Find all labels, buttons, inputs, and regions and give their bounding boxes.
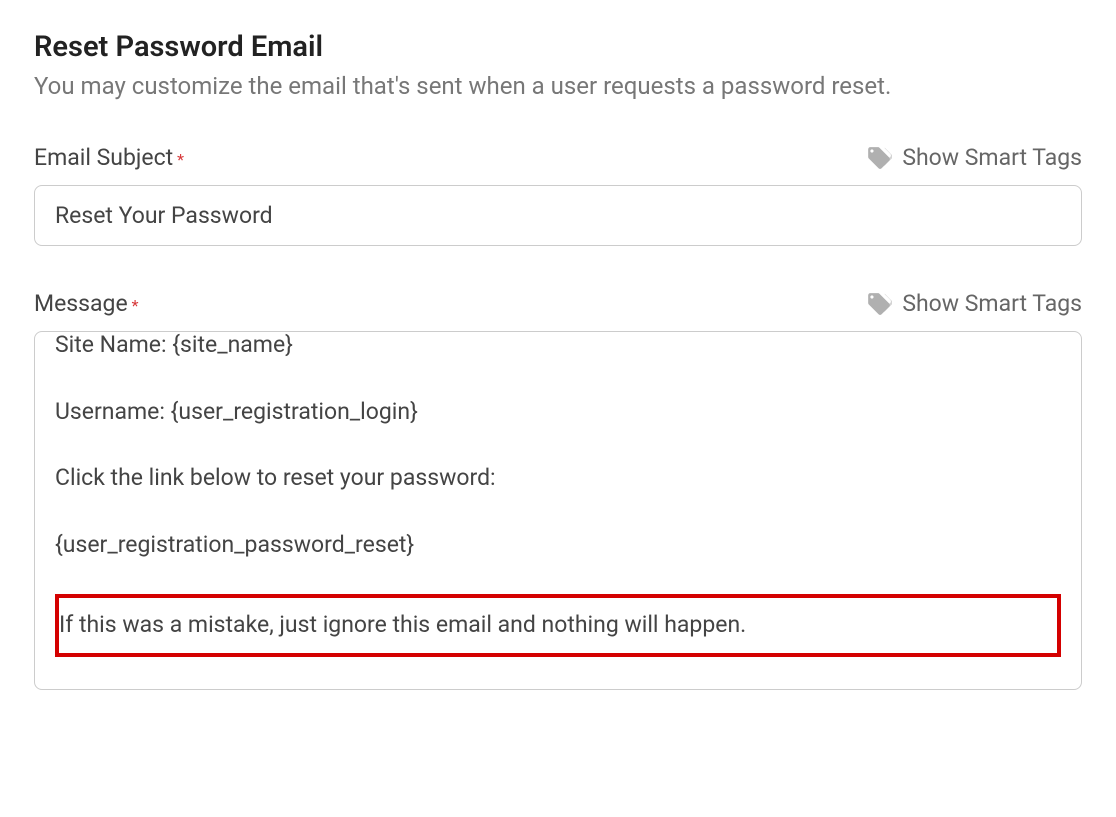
email-subject-field: Email Subject* Show Smart Tags: [34, 144, 1082, 246]
email-subject-label-row: Email Subject* Show Smart Tags: [34, 144, 1082, 171]
email-subject-label-wrap: Email Subject*: [34, 144, 184, 171]
show-smart-tags-label: Show Smart Tags: [902, 144, 1082, 171]
message-field: Message* Show Smart Tags Site Name: {sit…: [34, 290, 1082, 690]
highlight-annotation: If this was a mistake, just ignore this …: [55, 594, 1061, 657]
message-label-row: Message* Show Smart Tags: [34, 290, 1082, 317]
message-line: Site Name: {site_name}: [55, 331, 1061, 363]
message-label: Message: [34, 290, 128, 317]
message-textarea[interactable]: Site Name: {site_name} Username: {user_r…: [34, 331, 1082, 690]
tag-icon: [866, 291, 892, 317]
show-smart-tags-label: Show Smart Tags: [902, 290, 1082, 317]
message-line: Click the link below to reset your passw…: [55, 461, 1061, 496]
section-subtitle: You may customize the email that's sent …: [34, 72, 1082, 100]
email-subject-label: Email Subject: [34, 144, 173, 171]
required-asterisk: *: [177, 150, 184, 169]
section-title: Reset Password Email: [34, 30, 1082, 64]
show-smart-tags-subject-link[interactable]: Show Smart Tags: [866, 144, 1082, 171]
message-content: Site Name: {site_name} Username: {user_r…: [55, 331, 1061, 657]
tag-icon: [866, 145, 892, 171]
message-line: If this was a mistake, just ignore this …: [59, 611, 746, 638]
message-label-wrap: Message*: [34, 290, 139, 317]
message-line: {user_registration_password_reset}: [55, 528, 1061, 563]
email-subject-input[interactable]: [34, 185, 1082, 246]
message-line: Username: {user_registration_login}: [55, 395, 1061, 430]
show-smart-tags-message-link[interactable]: Show Smart Tags: [866, 290, 1082, 317]
required-asterisk: *: [132, 296, 139, 315]
